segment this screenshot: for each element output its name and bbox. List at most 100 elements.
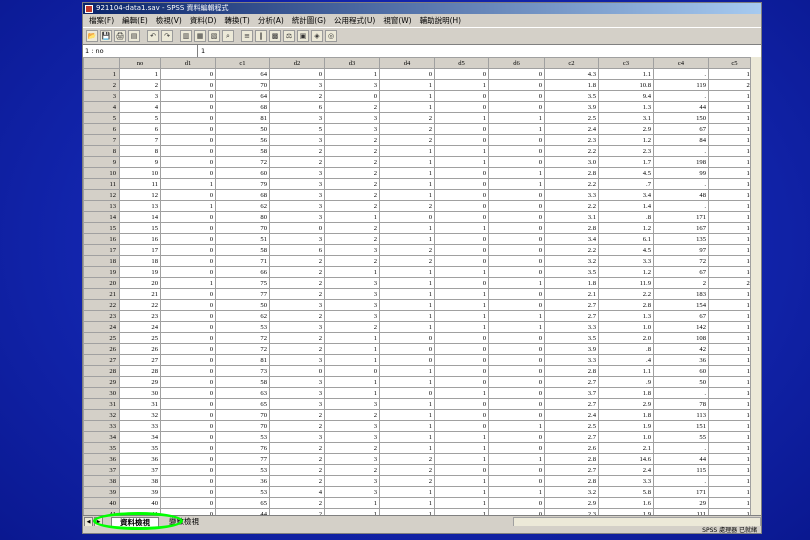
cell-no[interactable]: 14 [119,211,161,223]
cell-d2[interactable]: 2 [269,497,325,509]
cell-c4[interactable]: 67 [653,123,709,135]
row-header[interactable]: 5 [83,112,120,124]
cell-d3[interactable]: 2 [324,255,380,267]
cell-d5[interactable]: 0 [434,255,489,267]
cell-d2[interactable]: 2 [269,277,325,289]
cell-d2[interactable]: 2 [269,409,325,421]
cell-d2[interactable]: 3 [269,200,325,212]
redo-icon[interactable]: ↷ [161,30,173,42]
cell-d6[interactable]: 1 [488,178,545,190]
cell-c1[interactable]: 70 [215,79,270,91]
cell-no[interactable]: 2 [119,79,161,91]
cell-d2[interactable]: 2 [269,90,325,102]
row-header[interactable]: 3 [83,90,120,102]
cell-c1[interactable]: 77 [215,453,270,465]
cell-d4[interactable]: 2 [379,200,435,212]
cell-c3[interactable]: 1.6 [598,497,654,509]
cell-c3[interactable]: .8 [598,211,654,223]
cell-d3[interactable]: 1 [324,387,380,399]
cell-d5[interactable]: 0 [434,200,489,212]
cell-d3[interactable]: 1 [324,343,380,355]
value-labels-icon[interactable]: ◈ [311,30,323,42]
menu-item-5[interactable]: 分析(A) [254,14,288,27]
cell-d1[interactable]: 0 [160,299,216,311]
insert-case-icon[interactable]: ≡ [241,30,253,42]
cell-c4[interactable]: . [653,178,709,190]
row-header[interactable]: 10 [83,167,120,179]
cell-d1[interactable]: 0 [160,123,216,135]
cell-c3[interactable]: 1.8 [598,387,654,399]
cell-c2[interactable]: 3.3 [544,354,599,366]
cell-c1[interactable]: 71 [215,255,270,267]
cell-d4[interactable]: 2 [379,255,435,267]
cell-c2[interactable]: 2.8 [544,167,599,179]
weight-cases-icon[interactable]: ⚖ [283,30,295,42]
cell-no[interactable]: 21 [119,288,161,300]
cell-d5[interactable]: 1 [434,310,489,322]
cell-d6[interactable]: 0 [488,332,545,344]
cell-d2[interactable]: 2 [269,453,325,465]
cell-no[interactable]: 27 [119,354,161,366]
goto-case-icon[interactable]: ▦ [194,30,206,42]
cell-d1[interactable]: 1 [160,277,216,289]
cell-d2[interactable]: 2 [269,464,325,476]
cell-c4[interactable]: . [653,387,709,399]
row-header[interactable]: 34 [83,431,120,443]
cell-d6[interactable]: 0 [488,354,545,366]
cell-d4[interactable]: 1 [379,233,435,245]
cell-c2[interactable]: 2.2 [544,200,599,212]
row-header[interactable]: 39 [83,486,120,498]
cell-d6[interactable]: 0 [488,211,545,223]
cell-c2[interactable]: 3.5 [544,332,599,344]
cell-c4[interactable]: 48 [653,189,709,201]
cell-c4[interactable]: 183 [653,288,709,300]
cell-c1[interactable]: 76 [215,442,270,454]
cell-d4[interactable]: 1 [379,398,435,410]
cell-d2[interactable]: 3 [269,431,325,443]
cell-d1[interactable]: 0 [160,189,216,201]
row-header[interactable]: 28 [83,365,120,377]
save-icon[interactable]: 💾 [100,30,112,42]
vertical-scrollbar[interactable] [750,57,761,515]
cell-c3[interactable]: 3.3 [598,475,654,487]
cell-d5[interactable]: 1 [434,497,489,509]
cell-d5[interactable]: 0 [434,167,489,179]
cell-d6[interactable]: 1 [488,453,545,465]
cell-no[interactable]: 3 [119,90,161,102]
cell-d5[interactable]: 0 [434,244,489,256]
use-sets-icon[interactable]: ◎ [325,30,337,42]
cell-c4[interactable]: 142 [653,321,709,333]
cell-c3[interactable]: 2.9 [598,123,654,135]
cell-c1[interactable]: 73 [215,365,270,377]
row-header[interactable]: 25 [83,332,120,344]
row-header[interactable]: 24 [83,321,120,333]
cell-c3[interactable]: 1.1 [598,365,654,377]
cell-c4[interactable]: 36 [653,354,709,366]
cell-d5[interactable]: 1 [434,156,489,168]
column-header-c3[interactable]: c3 [598,57,654,69]
cell-c4[interactable]: 2 [653,277,709,289]
column-header-d6[interactable]: d6 [488,57,545,69]
cell-no[interactable]: 37 [119,464,161,476]
cell-d5[interactable]: 0 [434,68,489,80]
cell-d1[interactable]: 1 [160,178,216,190]
cell-d4[interactable]: 2 [379,112,435,124]
cell-d2[interactable]: 2 [269,156,325,168]
cell-d4[interactable]: 1 [379,486,435,498]
cell-c2[interactable]: 3.1 [544,211,599,223]
cell-d6[interactable]: 0 [488,299,545,311]
cell-c2[interactable]: 2.7 [544,431,599,443]
cell-d3[interactable]: 2 [324,321,380,333]
row-header[interactable]: 14 [83,211,120,223]
cell-d3[interactable]: 2 [324,409,380,421]
cell-c4[interactable]: 84 [653,134,709,146]
cell-d2[interactable]: 3 [269,299,325,311]
cell-d1[interactable]: 0 [160,343,216,355]
cell-d1[interactable]: 0 [160,211,216,223]
cell-d3[interactable]: 2 [324,442,380,454]
cell-c4[interactable]: 198 [653,156,709,168]
cell-d5[interactable]: 0 [434,178,489,190]
cell-d5[interactable]: 0 [434,123,489,135]
cell-c4[interactable]: . [653,475,709,487]
print-icon[interactable]: 🖨 [114,30,126,42]
